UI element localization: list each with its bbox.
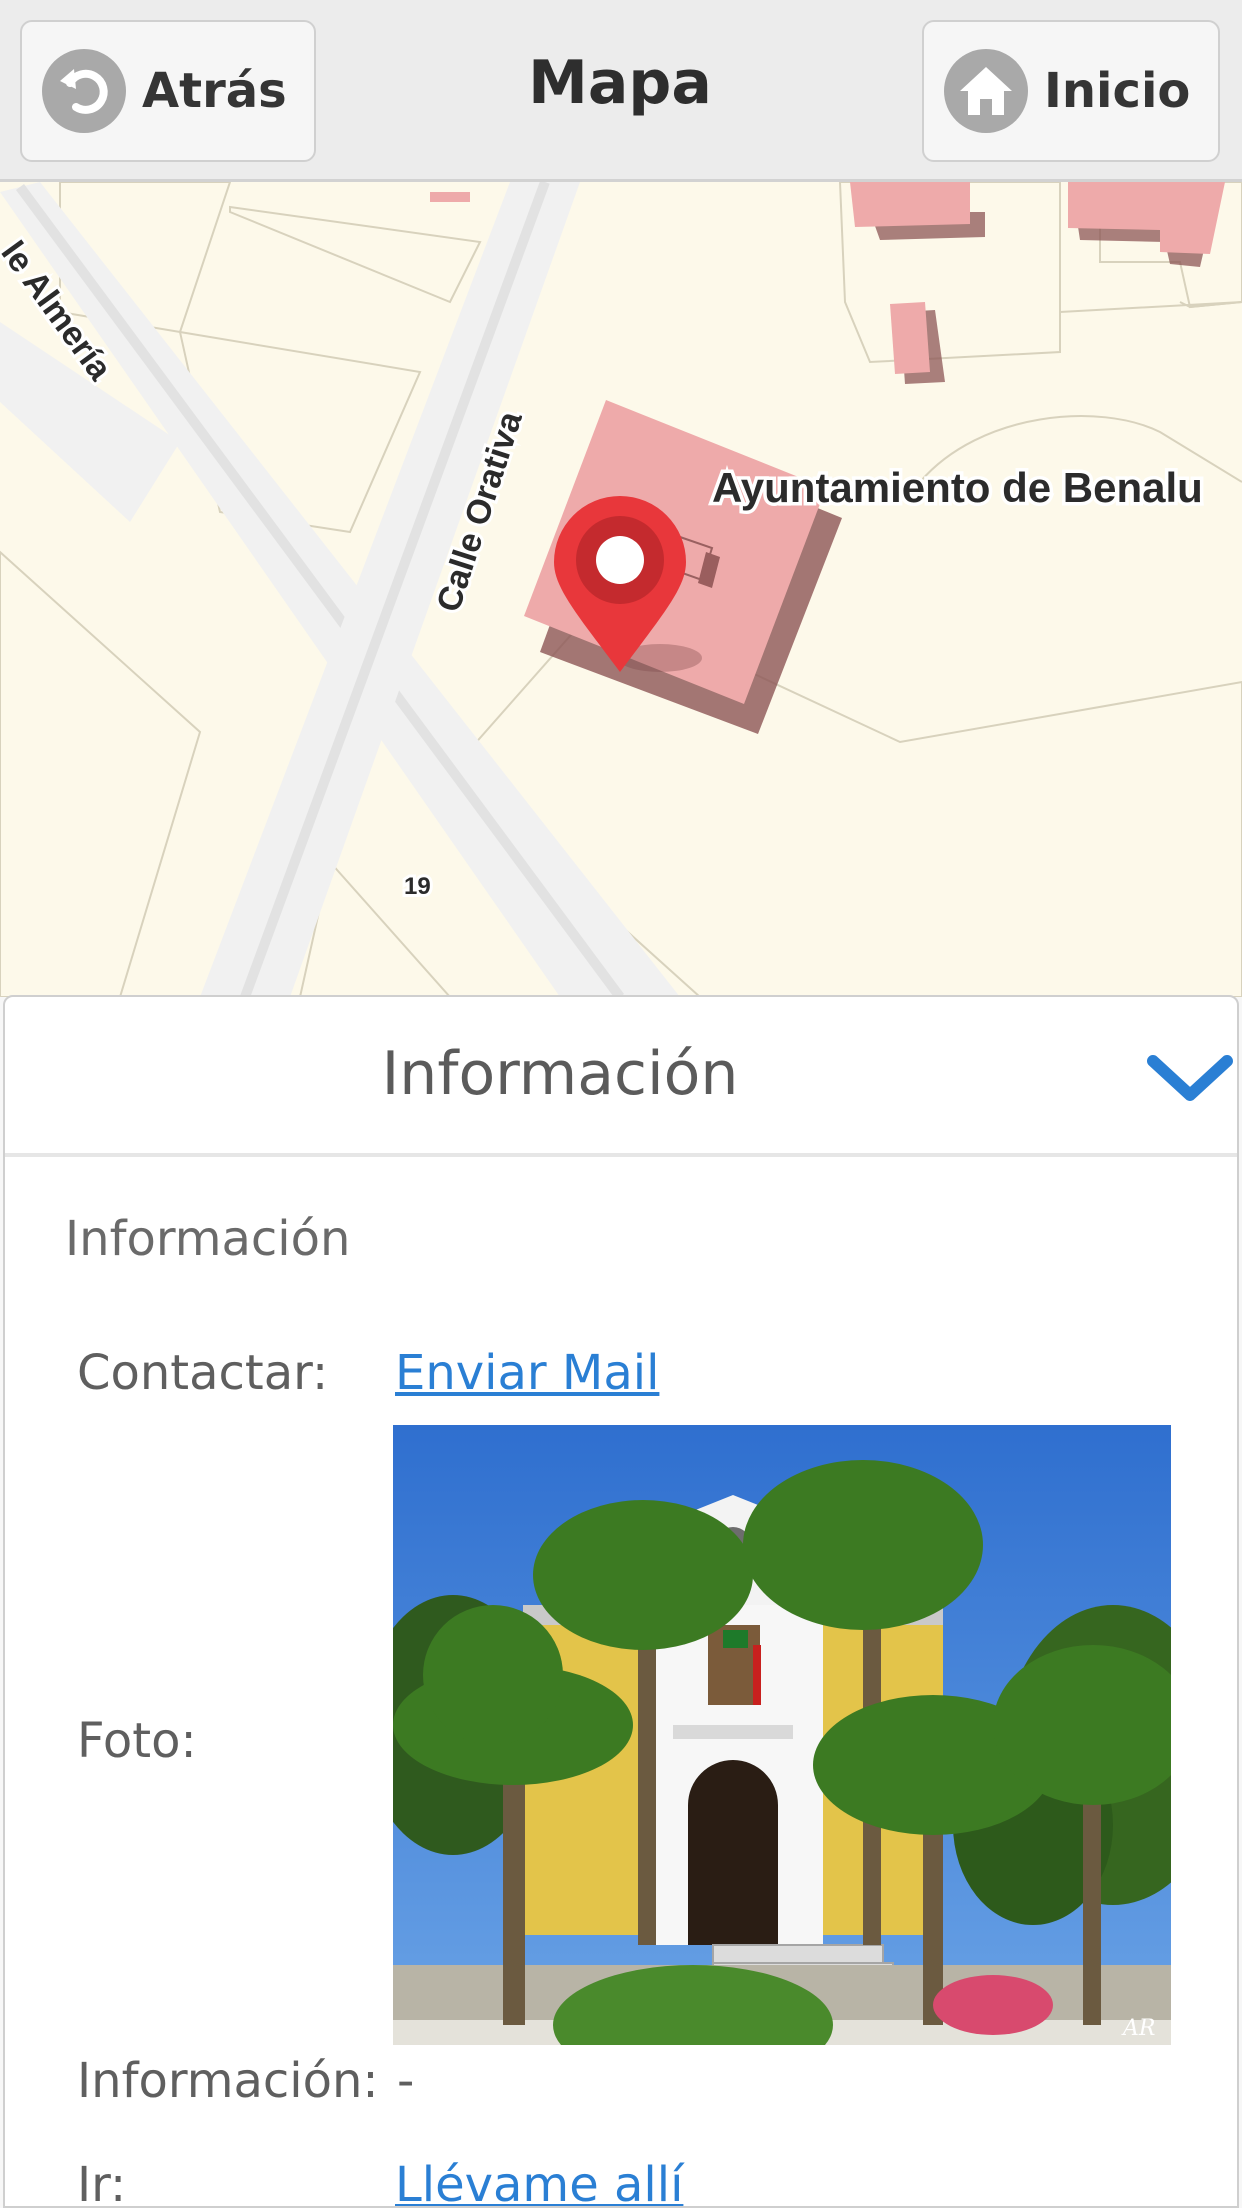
information-label: Información: [77, 2053, 379, 2109]
top-bar: Atrás Mapa Inicio [0, 0, 1242, 182]
information-value: - [397, 2053, 415, 2109]
info-panel: Información Información Contactar: Envia… [3, 995, 1239, 2208]
info-panel-title: Información [381, 1039, 739, 1109]
home-button-label: Inicio [1044, 63, 1191, 119]
place-label: Ayuntamiento de Benalu [712, 464, 1203, 511]
take-me-there-link[interactable]: Llévame allí [395, 2157, 683, 2206]
map-canvas: Calle Orativa le Almería 19 Ayuntamiento… [0, 182, 1242, 997]
photo-label: Foto: [77, 1713, 197, 1769]
chevron-down-icon[interactable] [1145, 1047, 1235, 1107]
section-label: Información [65, 1211, 351, 1267]
home-icon [944, 49, 1028, 133]
go-label: Ir: [77, 2157, 127, 2208]
photo-watermark: AR [1121, 2016, 1155, 2041]
home-button[interactable]: Inicio [922, 20, 1220, 162]
send-mail-link[interactable]: Enviar Mail [395, 1345, 659, 1401]
info-panel-header[interactable]: Información [5, 997, 1237, 1157]
back-arrow-icon [42, 49, 126, 133]
back-button[interactable]: Atrás [20, 20, 316, 162]
contact-label: Contactar: [77, 1345, 329, 1401]
back-button-label: Atrás [142, 63, 287, 119]
house-number: 19 [404, 873, 431, 900]
building-photo[interactable]: AR [393, 1425, 1171, 2045]
page-title: Mapa [528, 48, 712, 118]
map-view[interactable]: Calle Orativa le Almería 19 Ayuntamiento… [0, 182, 1242, 997]
